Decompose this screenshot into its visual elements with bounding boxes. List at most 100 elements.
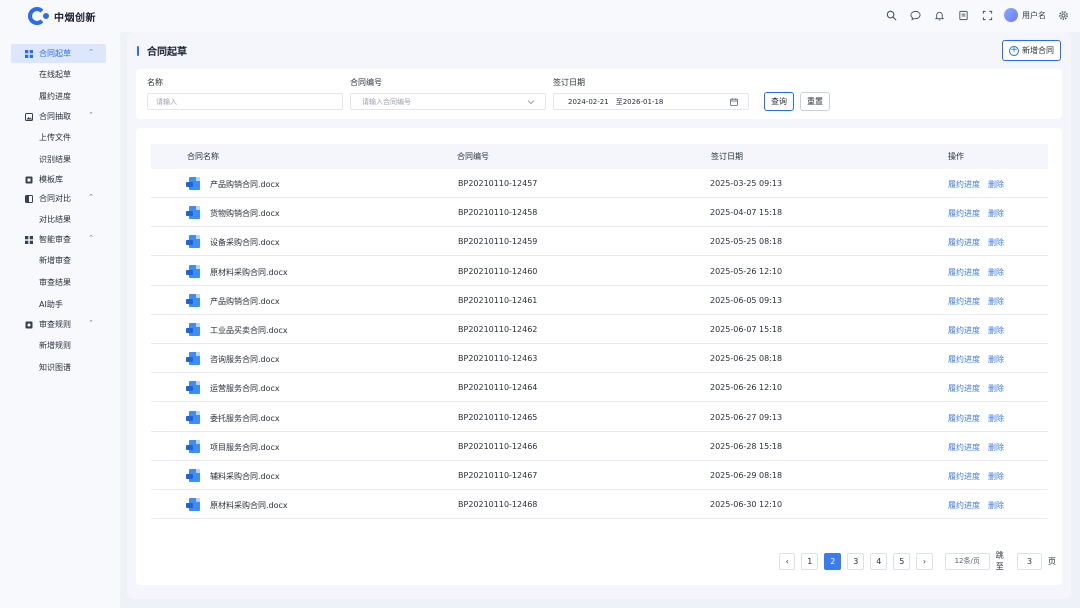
delete-link[interactable]: 删除	[988, 296, 1004, 307]
page-button-4[interactable]: 4	[870, 552, 888, 570]
progress-link[interactable]: 履约进度	[948, 354, 980, 365]
fullscreen-icon[interactable]	[980, 8, 994, 22]
bell-icon[interactable]	[932, 8, 946, 22]
contract-code: BP20210110-12460	[458, 266, 538, 276]
progress-link[interactable]: 履约进度	[948, 267, 980, 278]
contract-code: BP20210110-12462	[458, 325, 538, 334]
menu-head-contract-extract[interactable]: 合同抽取 ⌃	[11, 107, 106, 126]
delete-link[interactable]: 删除	[988, 354, 1004, 365]
delete-link[interactable]: 删除	[988, 500, 1004, 511]
page-size-select[interactable]: 12条/页	[944, 552, 990, 570]
progress-link[interactable]: 履约进度	[948, 442, 980, 453]
title-accent-bar	[137, 45, 139, 56]
page-button-3[interactable]: 3	[847, 552, 865, 570]
message-icon[interactable]	[908, 8, 922, 22]
menu-head-smart-review[interactable]: 智能审查 ⌃	[11, 230, 106, 249]
word-doc-icon	[186, 439, 200, 453]
sidebar-item-upload-file[interactable]: 上传文件	[11, 126, 106, 148]
page-button-2[interactable]: 2	[824, 552, 842, 570]
contract-table-card: 合同名称 合同编号 签订日期 操作 产品购销合同.docx BP20210110-…	[136, 128, 1062, 585]
menu-head-label: 智能审查	[39, 235, 71, 244]
sidebar-item-recognition-result[interactable]: 识别结果	[11, 148, 106, 170]
name-filter-input[interactable]: 请输入	[147, 93, 343, 110]
contract-name[interactable]: 原材料采购合同.docx	[210, 500, 288, 511]
sign-date: 2025-06-29 08:18	[710, 471, 783, 480]
sidebar-item-ai-assistant[interactable]: AI助手	[11, 293, 106, 315]
next-page-button[interactable]: ›	[916, 552, 933, 570]
contract-name[interactable]: 产品购销合同.docx	[210, 296, 280, 307]
delete-link[interactable]: 删除	[988, 325, 1004, 336]
progress-link[interactable]: 履约进度	[948, 296, 980, 307]
page-button-5[interactable]: 5	[893, 552, 911, 570]
search-icon[interactable]	[884, 8, 898, 22]
progress-link[interactable]: 履约进度	[948, 208, 980, 219]
menu-group-template-library: 模板库	[11, 170, 106, 189]
contract-name[interactable]: 委托服务合同.docx	[210, 413, 280, 424]
delete-link[interactable]: 删除	[988, 237, 1004, 248]
contract-name[interactable]: 工业品买卖合同.docx	[210, 325, 288, 336]
prev-page-button[interactable]: ‹	[779, 552, 796, 570]
contract-name[interactable]: 货物购销合同.docx	[210, 208, 280, 219]
progress-link[interactable]: 履约进度	[948, 179, 980, 190]
contract-name[interactable]: 设备采购合同.docx	[210, 237, 280, 248]
page-unit-label: 页	[1047, 556, 1056, 566]
date-end: 2026-01-18	[622, 97, 664, 106]
delete-link[interactable]: 删除	[988, 208, 1004, 219]
document-icon[interactable]	[956, 8, 970, 22]
sidebar-item-online-draft[interactable]: 在线起草	[11, 63, 106, 85]
delete-link[interactable]: 删除	[988, 267, 1004, 278]
jump-page-input[interactable]: 3	[1017, 552, 1042, 570]
sidebar-item-review-result[interactable]: 审查结果	[11, 271, 106, 293]
progress-link[interactable]: 履约进度	[948, 500, 980, 511]
table-row: 原材料采购合同.docx BP20210110-12468 2025-06-30 1…	[151, 490, 1048, 520]
user-menu[interactable]: 用户名	[1004, 8, 1046, 22]
contract-name[interactable]: 咨询服务合同.docx	[210, 354, 280, 365]
sidebar-item-performance-progress[interactable]: 履约进度	[11, 85, 106, 107]
delete-link[interactable]: 删除	[988, 179, 1004, 190]
sidebar-item-compare-result[interactable]: 对比结果	[11, 208, 106, 230]
progress-link[interactable]: 履约进度	[948, 471, 980, 482]
page-button-1[interactable]: 1	[801, 552, 819, 570]
contract-name[interactable]: 产品购销合同.docx	[210, 179, 280, 190]
menu-head-template-library[interactable]: 模板库	[11, 170, 106, 189]
column-header-ops: 操作	[948, 152, 964, 161]
menu-head-contract-compare[interactable]: 合同对比 ⌃	[11, 189, 106, 208]
page-number-list: 12345	[801, 552, 916, 570]
progress-link[interactable]: 履约进度	[948, 325, 980, 336]
date-filter-label: 签订日期	[553, 78, 585, 87]
jump-label: 跳至	[995, 551, 1004, 571]
add-contract-button[interactable]: + 新增合同	[1002, 40, 1061, 61]
sign-date: 2025-03-25 09:13	[710, 179, 783, 188]
contract-name[interactable]: 辅料采购合同.docx	[210, 471, 280, 482]
contract-code: BP20210110-12468	[458, 500, 538, 510]
date-range-picker[interactable]: 2024-02-21 至 2026-01-18	[553, 93, 749, 110]
menu-group-contract-draft: 合同起草 ⌃ 在线起草 履约进度	[11, 44, 106, 107]
delete-link[interactable]: 删除	[988, 413, 1004, 424]
menu-head-contract-draft[interactable]: 合同起草 ⌃	[11, 44, 106, 63]
sidebar-item-new-review[interactable]: 新增审查	[11, 249, 106, 271]
date-separator: 至	[615, 97, 623, 106]
progress-link[interactable]: 履约进度	[948, 237, 980, 248]
code-filter-select[interactable]: 请输入合同编号	[350, 93, 546, 110]
chevron-up-icon: ⌃	[88, 48, 94, 56]
menu-head-review-rules[interactable]: 审查规则 ⌃	[11, 315, 106, 334]
contract-name[interactable]: 原材料采购合同.docx	[210, 267, 288, 278]
menu-head-label: 合同对比	[39, 194, 71, 203]
delete-link[interactable]: 删除	[988, 442, 1004, 453]
sign-date: 2025-05-26 12:10	[710, 266, 783, 276]
contract-name[interactable]: 项目服务合同.docx	[210, 442, 280, 453]
app-logo[interactable]: 中烟创新	[28, 7, 96, 25]
gear-icon[interactable]	[1056, 8, 1070, 22]
contract-code: BP20210110-12466	[458, 441, 538, 451]
delete-link[interactable]: 删除	[988, 471, 1004, 482]
progress-link[interactable]: 履约进度	[948, 413, 980, 424]
progress-link[interactable]: 履约进度	[948, 383, 980, 394]
sidebar-item-knowledge-graph[interactable]: 知识图谱	[11, 356, 106, 378]
reset-button[interactable]: 重置	[800, 92, 830, 111]
sign-date: 2025-06-27 09:13	[710, 412, 783, 422]
top-header: 中烟创新 用户名	[0, 0, 1080, 32]
contract-name[interactable]: 运营服务合同.docx	[210, 383, 280, 394]
query-button[interactable]: 查询	[764, 92, 794, 111]
sidebar-item-new-rule[interactable]: 新增规则	[11, 334, 106, 356]
delete-link[interactable]: 删除	[988, 383, 1004, 394]
